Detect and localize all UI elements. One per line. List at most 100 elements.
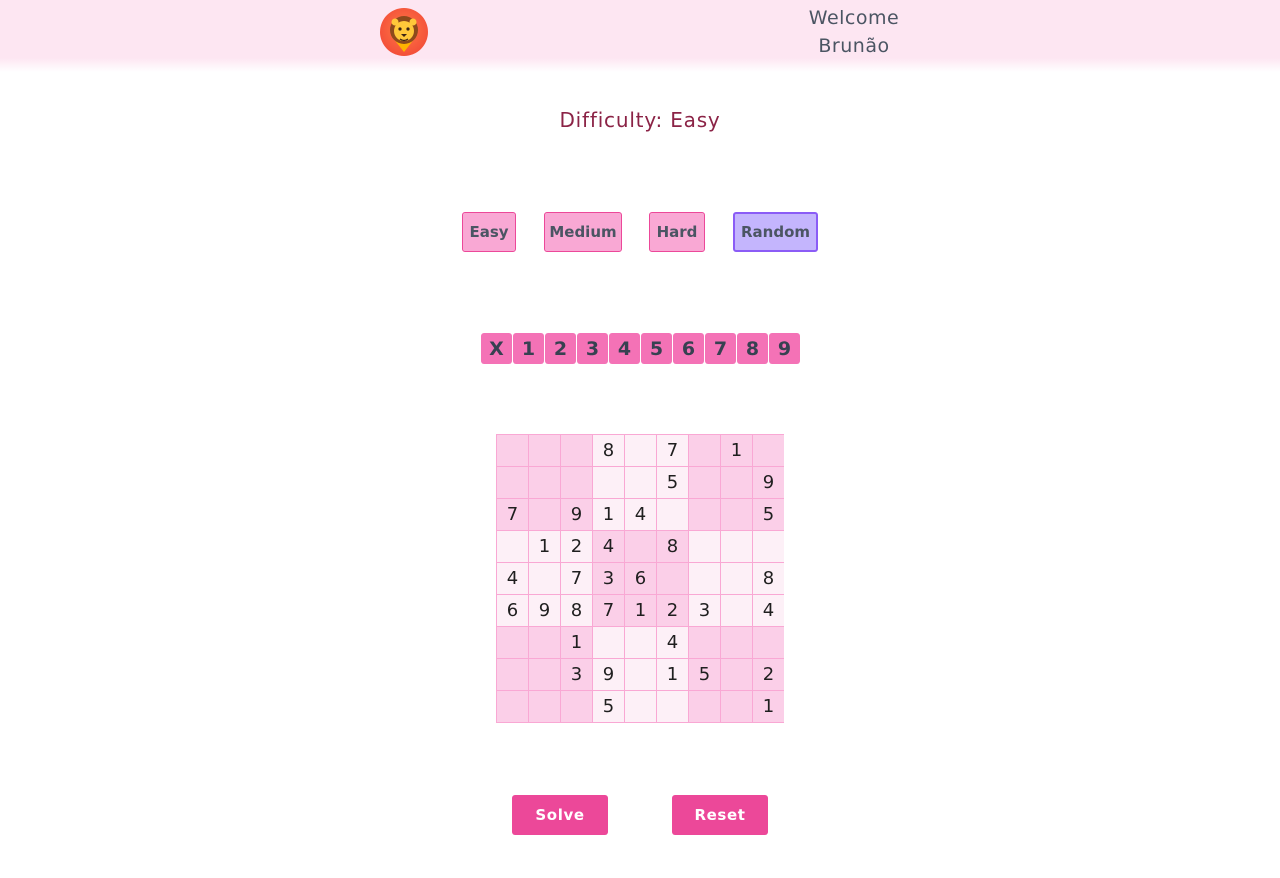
sudoku-cell[interactable]: 9 [529, 595, 560, 626]
sudoku-cell[interactable]: 2 [561, 531, 592, 562]
hard-button[interactable]: Hard [649, 212, 705, 252]
number-button-1[interactable]: 1 [513, 333, 544, 364]
number-button-2[interactable]: 2 [545, 333, 576, 364]
sudoku-cell[interactable]: 5 [753, 499, 784, 530]
sudoku-cell[interactable] [529, 467, 560, 498]
sudoku-cell[interactable] [561, 691, 592, 722]
sudoku-cell[interactable] [721, 531, 752, 562]
sudoku-cell[interactable] [529, 499, 560, 530]
sudoku-cell[interactable] [497, 435, 528, 466]
sudoku-cell[interactable]: 6 [625, 563, 656, 594]
sudoku-cell[interactable] [721, 563, 752, 594]
sudoku-cell[interactable]: 4 [753, 595, 784, 626]
sudoku-cell[interactable] [625, 531, 656, 562]
random-button[interactable]: Random [733, 212, 818, 252]
sudoku-cell[interactable] [689, 435, 720, 466]
sudoku-cell[interactable] [625, 467, 656, 498]
reset-button[interactable]: Reset [672, 795, 768, 835]
sudoku-cell[interactable] [497, 627, 528, 658]
sudoku-cell[interactable] [497, 691, 528, 722]
sudoku-cell[interactable]: 1 [753, 691, 784, 722]
sudoku-cell[interactable] [497, 531, 528, 562]
sudoku-cell[interactable]: 5 [657, 467, 688, 498]
sudoku-cell[interactable]: 8 [561, 595, 592, 626]
sudoku-cell[interactable] [625, 435, 656, 466]
number-button-3[interactable]: 3 [577, 333, 608, 364]
sudoku-cell[interactable]: 2 [753, 659, 784, 690]
sudoku-cell[interactable] [689, 563, 720, 594]
lion-icon[interactable] [380, 8, 428, 56]
sudoku-cell[interactable] [689, 467, 720, 498]
sudoku-cell[interactable] [721, 659, 752, 690]
sudoku-cell[interactable]: 9 [593, 659, 624, 690]
sudoku-cell[interactable] [561, 467, 592, 498]
sudoku-cell[interactable]: 1 [657, 659, 688, 690]
sudoku-cell[interactable] [753, 435, 784, 466]
number-button-7[interactable]: 7 [705, 333, 736, 364]
sudoku-cell[interactable]: 4 [497, 563, 528, 594]
sudoku-cell[interactable]: 8 [593, 435, 624, 466]
sudoku-cell[interactable] [657, 691, 688, 722]
sudoku-cell[interactable] [689, 627, 720, 658]
sudoku-cell[interactable]: 4 [625, 499, 656, 530]
sudoku-cell[interactable]: 2 [657, 595, 688, 626]
sudoku-cell[interactable]: 1 [561, 627, 592, 658]
sudoku-cell[interactable]: 3 [689, 595, 720, 626]
easy-button[interactable]: Easy [462, 212, 516, 252]
sudoku-cell[interactable]: 7 [657, 435, 688, 466]
sudoku-cell[interactable] [657, 499, 688, 530]
sudoku-cell[interactable] [529, 691, 560, 722]
sudoku-cell[interactable] [625, 659, 656, 690]
sudoku-cell[interactable]: 5 [689, 659, 720, 690]
sudoku-cell[interactable] [529, 659, 560, 690]
number-button-8[interactable]: 8 [737, 333, 768, 364]
sudoku-cell[interactable] [625, 691, 656, 722]
sudoku-cell[interactable] [561, 435, 592, 466]
sudoku-cell[interactable]: 6 [497, 595, 528, 626]
sudoku-cell[interactable]: 1 [593, 499, 624, 530]
sudoku-cell[interactable] [657, 563, 688, 594]
sudoku-cell[interactable]: 7 [593, 595, 624, 626]
number-button-4[interactable]: 4 [609, 333, 640, 364]
sudoku-cell[interactable] [689, 531, 720, 562]
sudoku-cell[interactable] [593, 627, 624, 658]
sudoku-cell[interactable]: 3 [593, 563, 624, 594]
solve-button[interactable]: Solve [512, 795, 608, 835]
sudoku-cell[interactable]: 1 [625, 595, 656, 626]
sudoku-cell[interactable]: 9 [561, 499, 592, 530]
sudoku-cell[interactable] [721, 499, 752, 530]
sudoku-cell[interactable] [497, 659, 528, 690]
sudoku-cell[interactable]: 5 [593, 691, 624, 722]
sudoku-cell[interactable]: 4 [593, 531, 624, 562]
sudoku-cell[interactable] [753, 627, 784, 658]
sudoku-cell[interactable] [753, 531, 784, 562]
difficulty-label: Difficulty: Easy [559, 108, 721, 132]
sudoku-cell[interactable] [689, 691, 720, 722]
sudoku-cell[interactable]: 3 [561, 659, 592, 690]
medium-button[interactable]: Medium [544, 212, 622, 252]
sudoku-cell[interactable]: 8 [657, 531, 688, 562]
sudoku-cell[interactable] [625, 627, 656, 658]
sudoku-cell[interactable]: 1 [721, 435, 752, 466]
sudoku-cell[interactable] [529, 563, 560, 594]
sudoku-cell[interactable]: 1 [529, 531, 560, 562]
sudoku-cell[interactable]: 8 [753, 563, 784, 594]
number-button-9[interactable]: 9 [769, 333, 800, 364]
sudoku-cell[interactable] [593, 467, 624, 498]
sudoku-cell[interactable] [721, 595, 752, 626]
sudoku-cell[interactable]: 7 [561, 563, 592, 594]
sudoku-cell[interactable]: 7 [497, 499, 528, 530]
sudoku-cell[interactable]: 9 [753, 467, 784, 498]
sudoku-cell[interactable]: 4 [657, 627, 688, 658]
number-button-5[interactable]: 5 [641, 333, 672, 364]
sudoku-cell[interactable] [529, 435, 560, 466]
sudoku-cell[interactable] [721, 691, 752, 722]
sudoku-cell[interactable] [529, 627, 560, 658]
sudoku-cell[interactable] [721, 467, 752, 498]
clear-number-button[interactable]: X [481, 333, 512, 364]
number-button-6[interactable]: 6 [673, 333, 704, 364]
sudoku-cell[interactable] [721, 627, 752, 658]
sudoku-cell[interactable] [689, 499, 720, 530]
sudoku-cell[interactable] [497, 467, 528, 498]
sudoku-board: 871597914512484736869871234143915251 [496, 434, 784, 723]
